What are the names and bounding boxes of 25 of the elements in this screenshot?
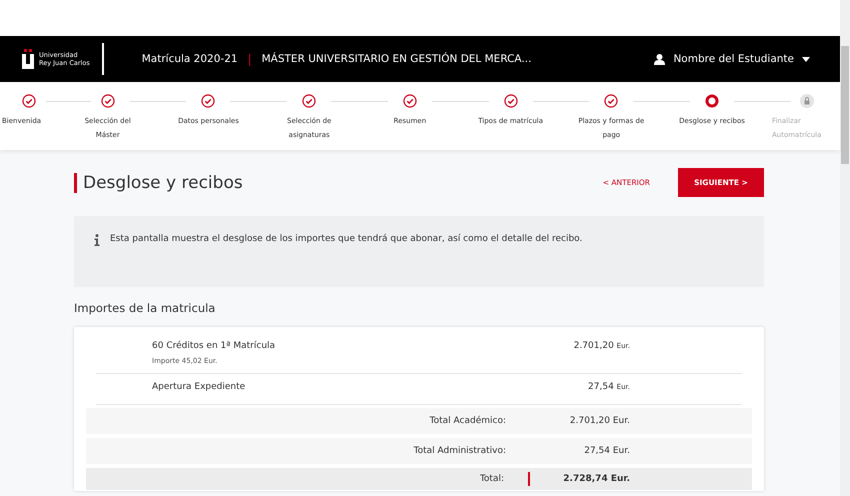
amount-value: 2.701,20 [570,416,610,426]
user-icon [654,54,666,64]
item-label: Apertura Expediente [152,382,246,392]
currency-label: Eur. [610,474,630,484]
course-title: Matrícula 2020-21 [142,53,238,65]
item-label: 60 Créditos en 1ª Matrícula [152,341,276,351]
amount-value: 2.728,74 [563,474,608,484]
total-label: Total Académico: [430,416,506,426]
total-label: Total Administrativo: [414,446,506,456]
page-title: Desglose y recibos [74,172,575,192]
amount-value: 2.701,20 [574,341,614,351]
logo-icon [22,49,34,69]
section-title: Importes de la matricula [74,301,216,315]
scrollbar-thumb[interactable] [841,46,849,164]
caret-icon[interactable] [802,56,810,62]
amount-value: 27,54 [588,382,614,392]
info-text: Esta pantalla muestra el desglose de los importes que tendrá que abonar, así como el detalle del recibo. [110,234,582,244]
info-icon [94,234,100,246]
total-label: Total: [480,474,504,484]
title-separator: | [248,52,252,66]
currency-label: Eur. [612,416,630,426]
amount-value: 27,54 [584,446,610,456]
user-name[interactable]: Nombre del Estudiante [673,53,794,65]
program-title: MÁSTER UNIVERSITARIO EN GESTIÓN DEL MERCA... [262,53,532,65]
currency-label: Eur. [612,446,630,456]
